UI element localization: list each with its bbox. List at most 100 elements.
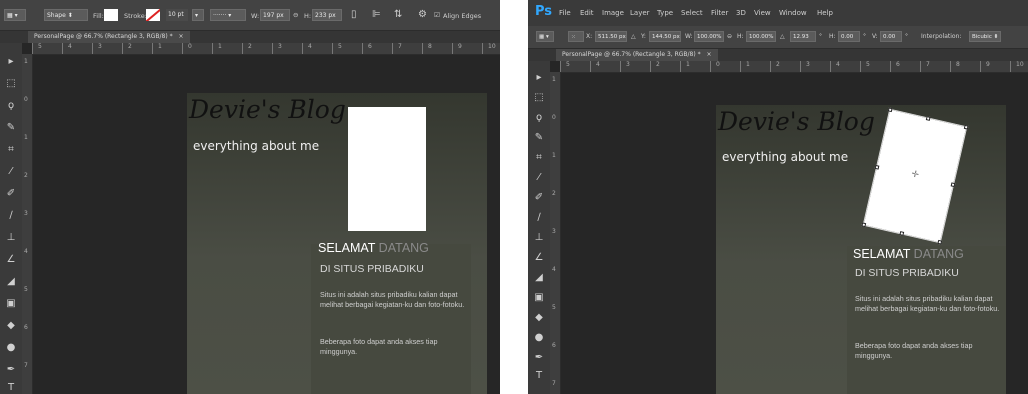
- menu-type[interactable]: Type: [657, 9, 673, 17]
- link-icon[interactable]: ⊖: [727, 33, 732, 40]
- canvas-area[interactable]: Devie's Blog everything about me SELAMAT…: [33, 55, 500, 394]
- x-field[interactable]: 511.50 px: [595, 31, 627, 42]
- gradient-tool-icon[interactable]: ▣: [532, 291, 546, 305]
- path-operations-icon[interactable]: ▯: [351, 9, 357, 20]
- close-icon[interactable]: ×: [707, 51, 712, 58]
- stamp-tool-icon[interactable]: ⊥: [532, 231, 546, 245]
- photo-placeholder-rectangle[interactable]: [348, 107, 426, 231]
- vertical-ruler: 1 0 1 2 3 4 5 6 7: [22, 54, 33, 394]
- y-field[interactable]: 144.50 px: [649, 31, 681, 42]
- stroke-swatch[interactable]: [146, 9, 160, 21]
- lasso-tool-icon[interactable]: ϙ: [4, 99, 18, 113]
- fill-swatch[interactable]: [104, 9, 118, 21]
- document-tab[interactable]: PersonalPage @ 66.7% (Rectangle 3, RGB/8…: [28, 31, 190, 43]
- vskew-degree: °: [905, 33, 908, 40]
- menu-bar: Ps File Edit Image Layer Type Select Fil…: [528, 0, 1028, 26]
- marquee-tool-icon[interactable]: ⬚: [4, 77, 18, 91]
- tool-preset-picker[interactable]: ▦ ▾: [4, 9, 26, 21]
- interpolation-select[interactable]: Bicubic ⬍: [969, 31, 1001, 42]
- fill-label: Fill:: [93, 12, 104, 20]
- ruler-tick-label: 2: [552, 190, 556, 197]
- link-icon[interactable]: ⊖: [293, 11, 298, 19]
- hskew-field[interactable]: 0.00: [838, 31, 860, 42]
- brush-tool-icon[interactable]: ∕: [532, 211, 546, 225]
- history-brush-tool-icon[interactable]: ∠: [532, 251, 546, 265]
- menu-edit[interactable]: Edit: [580, 9, 594, 17]
- transform-bounding-box[interactable]: ✛: [861, 107, 969, 245]
- healing-brush-tool-icon[interactable]: ✐: [532, 191, 546, 205]
- transform-handle-right[interactable]: [950, 182, 956, 188]
- close-icon[interactable]: ×: [179, 33, 184, 40]
- angle-icon: △: [780, 33, 785, 40]
- ruler-tick-label: 3: [626, 61, 630, 68]
- transform-handle-top-left[interactable]: [887, 107, 893, 113]
- ruler-tick-label: 3: [278, 43, 282, 50]
- type-tool-icon[interactable]: T: [532, 369, 546, 383]
- move-tool-icon[interactable]: ▸: [4, 55, 18, 69]
- w-field[interactable]: 100.00%: [694, 31, 724, 42]
- menu-window[interactable]: Window: [779, 9, 807, 17]
- type-tool-icon[interactable]: T: [4, 381, 18, 394]
- transform-handle-left[interactable]: [874, 164, 880, 170]
- shape-mode-select[interactable]: Shape ⬍: [44, 9, 88, 21]
- dodge-tool-icon[interactable]: ●: [4, 341, 18, 355]
- marquee-tool-icon[interactable]: ⬚: [532, 91, 546, 105]
- brush-tool-icon[interactable]: ∕: [4, 209, 18, 223]
- tool-preset-picker[interactable]: ▦ ▾: [536, 31, 554, 42]
- stroke-size-dropdown[interactable]: ▾: [192, 9, 204, 21]
- menu-3d[interactable]: 3D: [736, 9, 746, 17]
- menu-filter[interactable]: Filter: [711, 9, 728, 17]
- menu-help[interactable]: Help: [817, 9, 833, 17]
- menu-file[interactable]: File: [559, 9, 571, 17]
- welcome-panel: SELAMAT DATANG DI SITUS PRIBADIKU Situs …: [311, 241, 471, 394]
- gear-icon[interactable]: ⚙: [418, 9, 427, 20]
- menu-select[interactable]: Select: [681, 9, 703, 17]
- stroke-type-select[interactable]: ······· ▾: [210, 9, 246, 21]
- blur-tool-icon[interactable]: ◆: [532, 311, 546, 325]
- pen-tool-icon[interactable]: ✒: [532, 351, 546, 365]
- transform-handle-top-right[interactable]: [963, 124, 969, 130]
- menu-layer[interactable]: Layer: [630, 9, 650, 17]
- crop-tool-icon[interactable]: ⌗: [4, 143, 18, 157]
- lasso-tool-icon[interactable]: ϙ: [532, 111, 546, 125]
- dodge-tool-icon[interactable]: ●: [532, 331, 546, 345]
- interpolation-value: Bicubic: [972, 34, 992, 40]
- document-tab[interactable]: PersonalPage @ 66.7% (Rectangle 3, RGB/8…: [556, 49, 718, 61]
- h-field[interactable]: 100.00%: [746, 31, 776, 42]
- canvas-area[interactable]: Devie's Blog everything about me SELAMAT…: [561, 73, 1028, 394]
- eyedropper-tool-icon[interactable]: ⁄: [532, 171, 546, 185]
- path-arrangement-icon[interactable]: ⇅: [394, 9, 402, 20]
- ruler-tick-label: 6: [552, 342, 556, 349]
- menu-image[interactable]: Image: [602, 9, 624, 17]
- horizontal-ruler: 5 4 3 2 1 0 1 2 3 4 5 6 7 8 9 10: [560, 61, 1028, 73]
- reference-point-icon[interactable]: ⁙: [568, 31, 584, 42]
- eraser-tool-icon[interactable]: ◢: [532, 271, 546, 285]
- eraser-tool-icon[interactable]: ◢: [4, 275, 18, 289]
- quick-select-tool-icon[interactable]: ✎: [4, 121, 18, 135]
- angle-field[interactable]: 12.93: [790, 31, 816, 42]
- path-alignment-icon[interactable]: ⊫: [372, 9, 381, 20]
- gradient-tool-icon[interactable]: ▣: [4, 297, 18, 311]
- stroke-size-field[interactable]: 10 pt: [166, 9, 188, 21]
- stamp-tool-icon[interactable]: ⊥: [4, 231, 18, 245]
- healing-brush-tool-icon[interactable]: ✐: [4, 187, 18, 201]
- ruler-tick-label: 10: [488, 43, 496, 50]
- height-field[interactable]: 233 px: [312, 9, 342, 21]
- transform-handle-bottom-right[interactable]: [937, 239, 943, 245]
- quick-select-tool-icon[interactable]: ✎: [532, 131, 546, 145]
- pen-tool-icon[interactable]: ✒: [4, 363, 18, 377]
- ruler-tick-label: 2: [128, 43, 132, 50]
- crop-tool-icon[interactable]: ⌗: [532, 151, 546, 165]
- vskew-field[interactable]: 0.00: [880, 31, 902, 42]
- transform-handle-bottom-left[interactable]: [861, 222, 867, 228]
- history-brush-tool-icon[interactable]: ∠: [4, 253, 18, 267]
- blog-subtitle: everything about me: [722, 150, 849, 164]
- align-edges-checkbox[interactable]: ☑: [434, 11, 440, 19]
- delta-icon[interactable]: △: [631, 33, 636, 40]
- menu-view[interactable]: View: [754, 9, 771, 17]
- move-tool-icon[interactable]: ▸: [532, 71, 546, 85]
- width-field[interactable]: 197 px: [260, 9, 290, 21]
- eyedropper-tool-icon[interactable]: ⁄: [4, 165, 18, 179]
- transform-handle-bottom[interactable]: [899, 231, 905, 236]
- blur-tool-icon[interactable]: ◆: [4, 319, 18, 333]
